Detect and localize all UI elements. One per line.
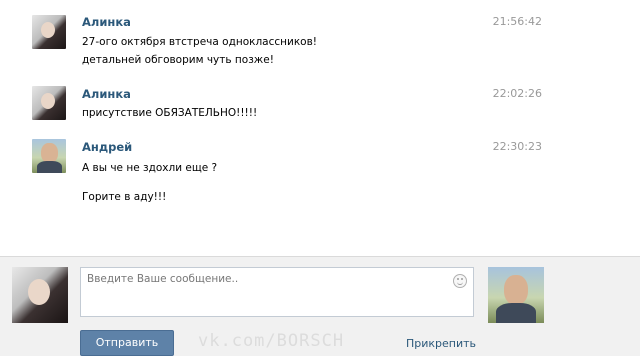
message-text: присутствие ОБЯЗАТЕЛЬНО!!!!! [82,107,258,119]
message-text: 27-ого октября втстреча одноклассников! [82,36,317,48]
watermark: vk.com/BORSCH [198,331,345,351]
message-history: Алинка 21:56:42 27-ого октября втстреча … [0,0,640,255]
my-avatar[interactable] [12,267,68,323]
message-input[interactable]: Введите Ваше сообщение.. [80,267,474,317]
message-text: А вы че не здохли еще ? [82,162,218,174]
composer: Введите Ваше сообщение.. Отправить vk.co… [0,256,640,356]
send-button[interactable]: Отправить [80,330,174,356]
message-text: Горите в аду!!! [82,191,167,203]
avatar[interactable] [32,139,66,173]
message-author[interactable]: Андрей [82,140,132,154]
avatar[interactable] [32,15,66,49]
message-author[interactable]: Алинка [82,87,131,101]
message-text: детальней обговорим чуть позже! [82,54,274,66]
smile-icon[interactable] [453,274,467,288]
message-time: 21:56:42 [492,15,542,28]
message-author[interactable]: Алинка [82,15,131,29]
avatar[interactable] [32,86,66,120]
attach-link[interactable]: Прикрепить [406,337,476,350]
message-time: 22:30:23 [492,140,542,153]
message-time: 22:02:26 [492,87,542,100]
peer-avatar[interactable] [488,267,544,323]
